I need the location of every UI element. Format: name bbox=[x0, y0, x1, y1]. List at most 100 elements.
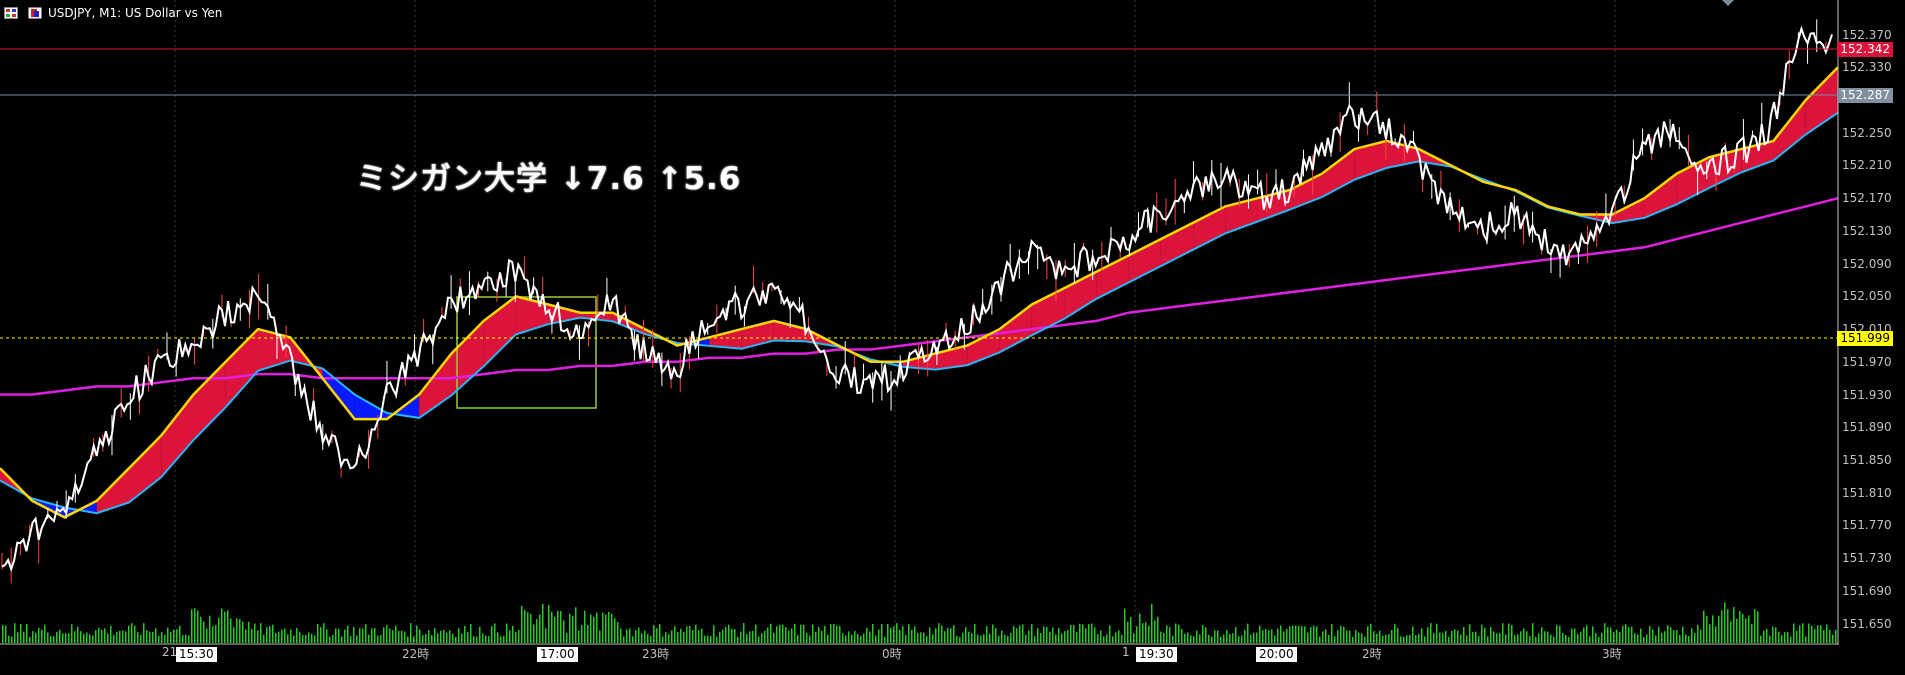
volume-bar bbox=[386, 625, 388, 643]
volume-bar bbox=[1667, 625, 1669, 643]
volume-bar bbox=[1253, 632, 1255, 643]
level-price-tag: 152.287 bbox=[1837, 88, 1893, 103]
volume-bar bbox=[1199, 634, 1201, 643]
volume-bar bbox=[5, 625, 7, 643]
volume-bar bbox=[545, 628, 547, 643]
volume-bar bbox=[359, 628, 361, 643]
volume-bar bbox=[470, 624, 472, 643]
volume-bar bbox=[608, 611, 610, 643]
volume-bar bbox=[281, 629, 283, 643]
volume-bar bbox=[1409, 634, 1411, 643]
volume-bar bbox=[1397, 628, 1399, 643]
volume-bar bbox=[1613, 632, 1615, 643]
volume-bar bbox=[215, 625, 217, 643]
volume-bar bbox=[44, 624, 46, 643]
volume-bar bbox=[554, 616, 556, 643]
shift-marker-icon[interactable] bbox=[1722, 0, 1734, 6]
volume-bar bbox=[617, 622, 619, 643]
cloud-segment bbox=[419, 353, 452, 418]
volume-bar bbox=[1073, 625, 1075, 643]
volume-bar bbox=[182, 635, 184, 643]
volume-bar bbox=[1736, 618, 1738, 643]
volume-bar bbox=[1466, 635, 1468, 643]
volume-bar bbox=[461, 633, 463, 643]
volume-bar bbox=[1043, 626, 1045, 643]
volume-bar bbox=[560, 611, 562, 643]
volume-bar bbox=[587, 625, 589, 643]
volume-bar bbox=[68, 633, 70, 643]
volume-bar bbox=[446, 632, 448, 643]
price-axis-label: 151.850 bbox=[1842, 453, 1892, 467]
volume-bar bbox=[1298, 625, 1300, 643]
volume-bar bbox=[1010, 632, 1012, 643]
volume-bar bbox=[614, 618, 616, 643]
volume-bar bbox=[650, 635, 652, 643]
volume-bar bbox=[677, 632, 679, 643]
volume-bar bbox=[785, 626, 787, 643]
volume-bar bbox=[497, 632, 499, 643]
volume-bar bbox=[1097, 634, 1099, 643]
volume-bar bbox=[173, 629, 175, 643]
volume-bar bbox=[1733, 606, 1735, 643]
volume-bar bbox=[1520, 631, 1522, 643]
volume-bar bbox=[134, 625, 136, 643]
volume-bar bbox=[1544, 631, 1546, 643]
volume-bar bbox=[746, 633, 748, 643]
volume-bar bbox=[107, 633, 109, 643]
volume-bar bbox=[1709, 624, 1711, 643]
volume-bar bbox=[1355, 629, 1357, 643]
volume-bar bbox=[1121, 634, 1123, 643]
volume-bar bbox=[476, 636, 478, 643]
volume-bar bbox=[89, 634, 91, 643]
chart-window[interactable]: USDJPY, M1: US Dollar vs Yen ミシガン大学 ↓7.6… bbox=[0, 0, 1905, 675]
volume-bar bbox=[1814, 628, 1816, 643]
volume-bar bbox=[1406, 635, 1408, 643]
volume-bar bbox=[1427, 627, 1429, 643]
price-axis-label: 151.810 bbox=[1842, 485, 1892, 500]
volume-bar bbox=[731, 628, 733, 643]
volume-bar bbox=[512, 625, 514, 643]
volume-bar bbox=[596, 612, 598, 643]
volume-bar bbox=[1550, 634, 1552, 643]
price-axis-label: 152.090 bbox=[1842, 256, 1892, 271]
time-axis-label: 23時 bbox=[642, 647, 670, 661]
volume-bar bbox=[1148, 625, 1150, 643]
volume-bar bbox=[1328, 634, 1330, 643]
volume-bar bbox=[1679, 634, 1681, 643]
volume-bar bbox=[383, 627, 385, 643]
volume-bar bbox=[392, 630, 394, 643]
volume-bar bbox=[1826, 624, 1828, 643]
volume-bar bbox=[1124, 608, 1126, 643]
volume-bar bbox=[791, 628, 793, 643]
volume-bar bbox=[1112, 636, 1114, 643]
volume-bar bbox=[1154, 620, 1156, 643]
price-chart[interactable] bbox=[0, 0, 1905, 675]
volume-bar bbox=[1292, 625, 1294, 643]
volume-bar bbox=[1502, 623, 1504, 643]
volume-bar bbox=[1331, 624, 1333, 643]
volume-bar bbox=[1400, 636, 1402, 643]
volume-bar bbox=[1007, 635, 1009, 643]
volume-bar bbox=[443, 629, 445, 643]
volume-bar bbox=[71, 624, 73, 643]
chart-grid-icon[interactable] bbox=[4, 7, 18, 19]
volume-bar bbox=[629, 628, 631, 643]
volume-bar bbox=[437, 633, 439, 643]
volume-bar bbox=[428, 630, 430, 643]
volume-bar bbox=[1286, 628, 1288, 643]
volume-bar bbox=[998, 635, 1000, 643]
volume-bar bbox=[1823, 630, 1825, 643]
volume-bar bbox=[947, 627, 949, 643]
ema-mid-line bbox=[0, 111, 1839, 515]
volume-bar bbox=[1211, 636, 1213, 643]
volume-bar bbox=[887, 624, 889, 643]
volume-bar bbox=[599, 630, 601, 643]
chart-flag-icon[interactable] bbox=[28, 7, 42, 19]
volume-bar bbox=[1076, 632, 1078, 643]
volume-bar bbox=[488, 636, 490, 643]
volume-bar bbox=[1697, 624, 1699, 643]
volume-bar bbox=[191, 609, 193, 643]
volume-bar bbox=[1589, 636, 1591, 643]
volume-bar bbox=[266, 627, 268, 643]
volume-bar bbox=[815, 631, 817, 643]
